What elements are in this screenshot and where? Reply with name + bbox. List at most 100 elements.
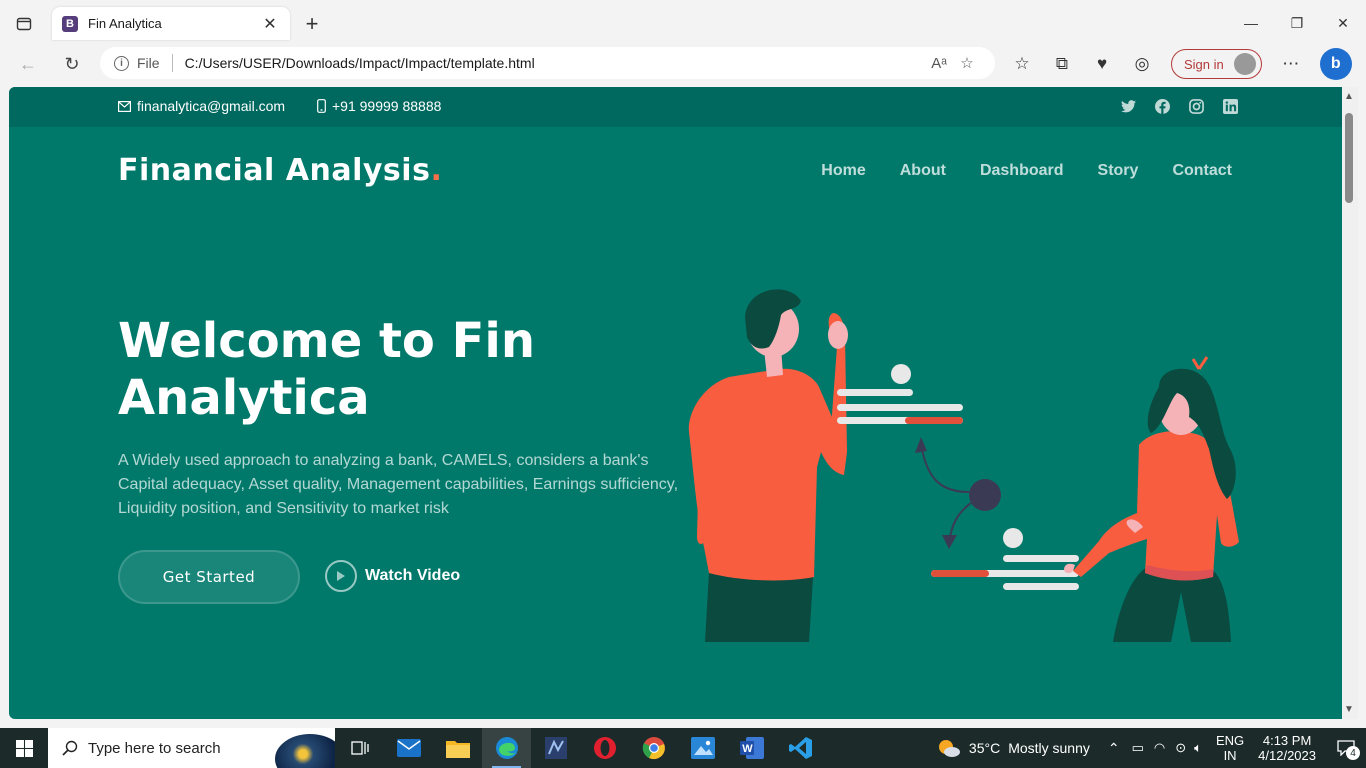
windows-taskbar: Type here to search W 35°C Mostly sunny … <box>0 728 1366 768</box>
contact-topbar: finanalytica@gmail.com +91 99999 88888 <box>9 87 1342 127</box>
watch-video-button[interactable]: Watch Video <box>325 560 460 592</box>
search-highlight-image <box>275 734 335 768</box>
close-window-icon[interactable]: ✕ <box>1320 0 1366 46</box>
phone-icon <box>317 99 326 113</box>
sign-in-label: Sign in <box>1184 56 1224 72</box>
woman-figure <box>1064 356 1239 642</box>
edge-extension-icon[interactable]: ◎ <box>1125 49 1159 79</box>
language-indicator[interactable]: ENG IN <box>1216 733 1244 763</box>
language-bottom: IN <box>1223 748 1237 763</box>
envelope-icon <box>118 100 131 112</box>
instagram-icon[interactable] <box>1188 98 1204 114</box>
upper-chart-panel <box>837 364 963 424</box>
avatar <box>1233 53 1256 75</box>
tab-actions-icon[interactable] <box>12 12 36 36</box>
site-info[interactable]: i File <box>114 55 160 71</box>
back-icon[interactable]: ← <box>14 50 42 78</box>
linkedin-icon[interactable] <box>1222 98 1238 114</box>
battery-icon[interactable]: ▭ <box>1132 740 1144 756</box>
browser-tab[interactable]: B Fin Analytica ✕ <box>52 7 290 40</box>
restore-icon[interactable]: ❐ <box>1274 0 1320 46</box>
hero-description: A Widely used approach to analyzing a ba… <box>118 452 679 517</box>
notification-center-icon[interactable]: 4 <box>1332 728 1360 768</box>
page-viewport: finanalytica@gmail.com +91 99999 88888 F… <box>9 87 1342 719</box>
address-bar[interactable]: i File C:/Users/USER/Downloads/Impact/Im… <box>100 47 995 79</box>
photos-app-icon[interactable] <box>678 728 727 768</box>
add-favorite-icon[interactable]: ☆ <box>953 49 981 77</box>
more-options-icon[interactable]: ⋯ <box>1274 49 1308 79</box>
minimize-icon[interactable]: — <box>1228 0 1274 46</box>
man-figure <box>688 289 848 642</box>
volume-icon[interactable]: 🔈︎ <box>1194 740 1202 756</box>
mail-app-icon[interactable] <box>384 728 433 768</box>
main-nav: Home About Dashboard Story Contact <box>821 162 1232 180</box>
clock[interactable]: 4:13 PM 4/12/2023 <box>1258 733 1316 763</box>
weather-widget[interactable]: 35°C Mostly sunny <box>937 738 1090 758</box>
logo-dot: . <box>430 153 443 188</box>
search-placeholder: Type here to search <box>88 739 221 757</box>
tab-title: Fin Analytica <box>88 16 162 31</box>
hero-illustration <box>688 289 1239 642</box>
vscode-app-icon[interactable] <box>776 728 825 768</box>
favorites-icon[interactable]: ☆ <box>1005 49 1039 79</box>
refresh-icon[interactable]: ↻ <box>58 50 86 78</box>
nav-contact[interactable]: Contact <box>1172 162 1232 180</box>
url-text[interactable]: C:/Users/USER/Downloads/Impact/Impact/te… <box>185 55 925 71</box>
browser-essentials-icon[interactable]: ♥ <box>1085 49 1119 79</box>
address-scheme-label: File <box>137 55 160 71</box>
clock-time: 4:13 PM <box>1262 733 1312 748</box>
task-view-icon[interactable] <box>335 728 384 768</box>
twitter-icon[interactable] <box>1120 98 1136 114</box>
nav-about[interactable]: About <box>900 162 946 180</box>
nav-story[interactable]: Story <box>1098 162 1139 180</box>
notification-badge: 4 <box>1346 746 1360 760</box>
weather-desc: Mostly sunny <box>1008 740 1090 756</box>
phone-text: +91 99999 88888 <box>332 98 442 114</box>
system-tray: 35°C Mostly sunny ⌃ ▭ ◠ ⊙ 🔈︎ ENG IN 4:13… <box>937 728 1366 768</box>
weather-temp: 35°C <box>968 740 1001 756</box>
nav-dashboard[interactable]: Dashboard <box>980 162 1064 180</box>
address-separator <box>171 54 173 72</box>
connector-arrows <box>915 437 1001 549</box>
page-scrollbar[interactable]: ▲ ▼ <box>1342 87 1358 719</box>
site-logo[interactable]: Financial Analysis. <box>118 153 442 188</box>
browser-toolbar: ← ↻ i File C:/Users/USER/Downloads/Impac… <box>0 46 1366 82</box>
bing-icon[interactable]: b <box>1319 48 1352 80</box>
scroll-up-icon[interactable]: ▲ <box>1344 91 1354 102</box>
close-tab-icon[interactable]: ✕ <box>260 14 280 34</box>
network-icon[interactable]: ◠ <box>1154 740 1165 756</box>
sign-in-button[interactable]: Sign in <box>1171 49 1262 79</box>
edge-app-icon[interactable] <box>482 728 531 768</box>
ssms-app-icon[interactable] <box>531 728 580 768</box>
partly-sunny-icon <box>938 740 960 757</box>
taskbar-search[interactable]: Type here to search <box>48 728 335 768</box>
scrollbar-thumb[interactable] <box>1345 113 1353 203</box>
svg-text:W: W <box>742 743 753 755</box>
get-started-button[interactable]: Get Started <box>118 550 300 604</box>
email-text: finanalytica@gmail.com <box>137 98 286 114</box>
scroll-down-icon[interactable]: ▼ <box>1344 704 1354 715</box>
nav-home[interactable]: Home <box>821 162 865 180</box>
logo-text: Financial Analysis <box>118 153 431 188</box>
phone-contact[interactable]: +91 99999 88888 <box>317 98 441 114</box>
opera-app-icon[interactable] <box>580 728 629 768</box>
bootstrap-favicon-icon: B <box>62 15 78 32</box>
language-top: ENG <box>1215 733 1245 748</box>
facebook-icon[interactable] <box>1154 98 1170 114</box>
play-icon <box>325 560 357 592</box>
clock-date: 4/12/2023 <box>1258 748 1316 763</box>
watch-video-label: Watch Video <box>365 567 461 584</box>
windows-start-icon[interactable] <box>0 728 48 768</box>
info-icon: i <box>114 55 129 71</box>
read-aloud-icon[interactable]: A͏ᵃ <box>925 49 953 77</box>
word-app-icon[interactable]: W <box>727 728 776 768</box>
new-tab-button[interactable]: + <box>300 11 324 36</box>
search-icon <box>62 740 78 756</box>
collections-icon[interactable]: ⧉ <box>1045 49 1079 79</box>
email-contact[interactable]: finanalytica@gmail.com <box>118 98 285 114</box>
file-explorer-icon[interactable] <box>433 728 482 768</box>
hero-title: Welcome to Fin Analytica <box>118 313 535 426</box>
location-icon[interactable]: ⊙ <box>1175 740 1186 756</box>
chrome-app-icon[interactable] <box>629 728 678 768</box>
show-hidden-icons-icon[interactable]: ⌃ <box>1108 740 1120 757</box>
